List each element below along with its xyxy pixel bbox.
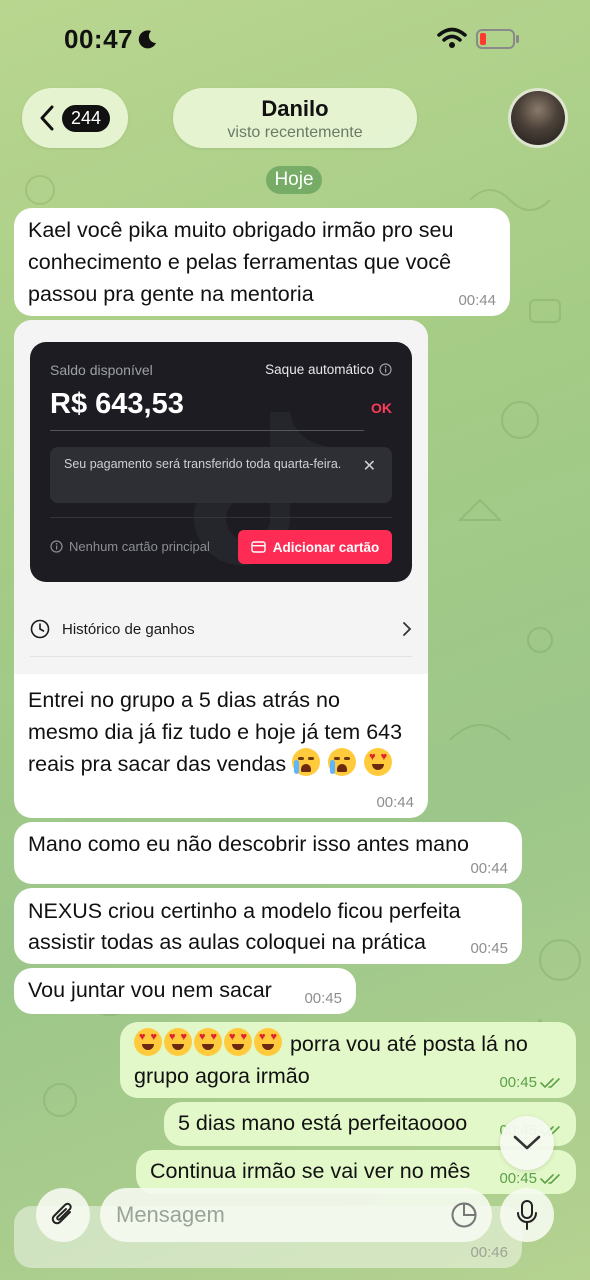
message-time: 00:45 bbox=[470, 940, 508, 957]
attach-button[interactable] bbox=[36, 1188, 90, 1242]
clock-icon bbox=[30, 619, 50, 639]
message-bubble-incoming[interactable]: NEXUS criou certinho a modelo ficou perf… bbox=[14, 888, 522, 964]
sticker-icon[interactable] bbox=[450, 1201, 478, 1229]
unread-count-badge: 244 bbox=[62, 104, 111, 132]
message-time: 00:45 bbox=[304, 990, 342, 1007]
message-bubble-incoming[interactable]: Vou juntar vou nem sacar 00:45 bbox=[14, 968, 356, 1014]
message-time-read: 00:45 bbox=[499, 1074, 562, 1092]
card-icon bbox=[251, 541, 266, 553]
back-button[interactable]: 244 bbox=[22, 88, 128, 148]
screenshot-image[interactable]: Saldo disponível Saque automático R$ 643… bbox=[14, 320, 428, 674]
heart-eyes-emoji-icon bbox=[254, 1028, 282, 1056]
loudly-crying-emoji-icon bbox=[292, 748, 321, 776]
battery-icon bbox=[476, 29, 519, 49]
amount-divider bbox=[50, 430, 364, 431]
payment-notice: Seu pagamento será transferido toda quar… bbox=[50, 447, 392, 503]
balance-label: Saldo disponível bbox=[50, 362, 153, 378]
info-icon bbox=[379, 363, 392, 376]
image-caption: Entrei no grupo a 5 dias atrás no mesmo … bbox=[28, 684, 408, 780]
chat-title[interactable]: Danilo visto recentemente bbox=[173, 88, 417, 148]
heart-eyes-emoji-icon bbox=[194, 1028, 222, 1056]
add-card-button[interactable]: Adicionar cartão bbox=[238, 530, 392, 564]
contact-avatar[interactable] bbox=[508, 88, 568, 148]
chevron-right-icon bbox=[403, 622, 412, 636]
earnings-history-label: Histórico de ganhos bbox=[62, 620, 195, 638]
microphone-button[interactable] bbox=[500, 1188, 554, 1242]
last-seen-status: visto recentemente bbox=[227, 124, 363, 141]
message-time: 00:46 bbox=[470, 1244, 508, 1261]
message-text: Mano como eu não descobrir isso antes ma… bbox=[28, 832, 469, 856]
message-time: 00:45 bbox=[499, 1170, 537, 1187]
payout-card: Saldo disponível Saque automático R$ 643… bbox=[30, 342, 412, 582]
auto-withdraw-label: Saque automático bbox=[265, 362, 374, 377]
contact-name: Danilo bbox=[261, 96, 329, 121]
message-bubble-image[interactable]: Saldo disponível Saque automático R$ 643… bbox=[14, 320, 428, 818]
loudly-crying-emoji-icon bbox=[328, 748, 357, 776]
scroll-to-bottom-button[interactable] bbox=[500, 1116, 554, 1170]
message-time: 00:44 bbox=[376, 794, 414, 811]
message-content: porra vou até posta lá no grupo agora ir… bbox=[134, 1028, 562, 1092]
message-bubble-incoming[interactable]: Mano como eu não descobrir isso antes ma… bbox=[14, 822, 522, 884]
message-bubble-incoming[interactable]: Kael você pika muito obrigado irmão pro … bbox=[14, 208, 510, 316]
no-card-status: Nenhum cartão principal bbox=[50, 539, 210, 554]
message-time: 00:44 bbox=[470, 860, 508, 877]
message-time: 00:45 bbox=[499, 1074, 537, 1091]
no-card-label: Nenhum cartão principal bbox=[69, 539, 210, 554]
card-divider bbox=[50, 517, 392, 518]
chevron-down-icon bbox=[513, 1135, 541, 1150]
date-separator: Hoje bbox=[266, 166, 322, 194]
add-card-label: Adicionar cartão bbox=[272, 539, 380, 555]
message-bubble-outgoing[interactable]: porra vou até posta lá no grupo agora ir… bbox=[120, 1022, 576, 1098]
message-text: Vou juntar vou nem sacar bbox=[28, 978, 272, 1002]
chevron-left-icon bbox=[40, 105, 54, 131]
balance-amount: R$ 643,53 bbox=[50, 388, 184, 420]
message-text: NEXUS criou certinho a modelo ficou perf… bbox=[28, 899, 461, 954]
history-divider bbox=[30, 656, 412, 657]
heart-eyes-emoji-icon bbox=[364, 748, 393, 776]
payment-notice-text: Seu pagamento será transferido toda quar… bbox=[64, 457, 342, 471]
info-icon bbox=[50, 540, 63, 553]
message-input-placeholder: Mensagem bbox=[116, 1202, 225, 1227]
paperclip-icon bbox=[51, 1202, 72, 1225]
wifi-icon bbox=[437, 27, 467, 48]
heart-eyes-emoji-icon bbox=[134, 1028, 162, 1056]
moon-icon bbox=[138, 30, 156, 49]
heart-eyes-emoji-icon bbox=[164, 1028, 192, 1056]
auto-withdraw-toggle[interactable]: Saque automático bbox=[265, 362, 392, 377]
message-input[interactable]: Mensagem bbox=[100, 1188, 492, 1242]
double-check-icon bbox=[540, 1078, 560, 1089]
message-time: 00:44 bbox=[458, 292, 496, 309]
heart-eyes-emoji-icon bbox=[224, 1028, 252, 1056]
microphone-icon bbox=[517, 1200, 537, 1230]
status-time: 00:47 bbox=[64, 24, 133, 54]
message-text: Kael você pika muito obrigado irmão pro … bbox=[28, 218, 454, 306]
close-icon[interactable]: ✕ bbox=[363, 459, 376, 475]
ok-button[interactable]: OK bbox=[371, 400, 392, 416]
message-time-read: 00:45 bbox=[499, 1170, 562, 1188]
double-check-icon bbox=[540, 1174, 560, 1185]
earnings-history-row[interactable]: Histórico de ganhos bbox=[30, 610, 412, 648]
